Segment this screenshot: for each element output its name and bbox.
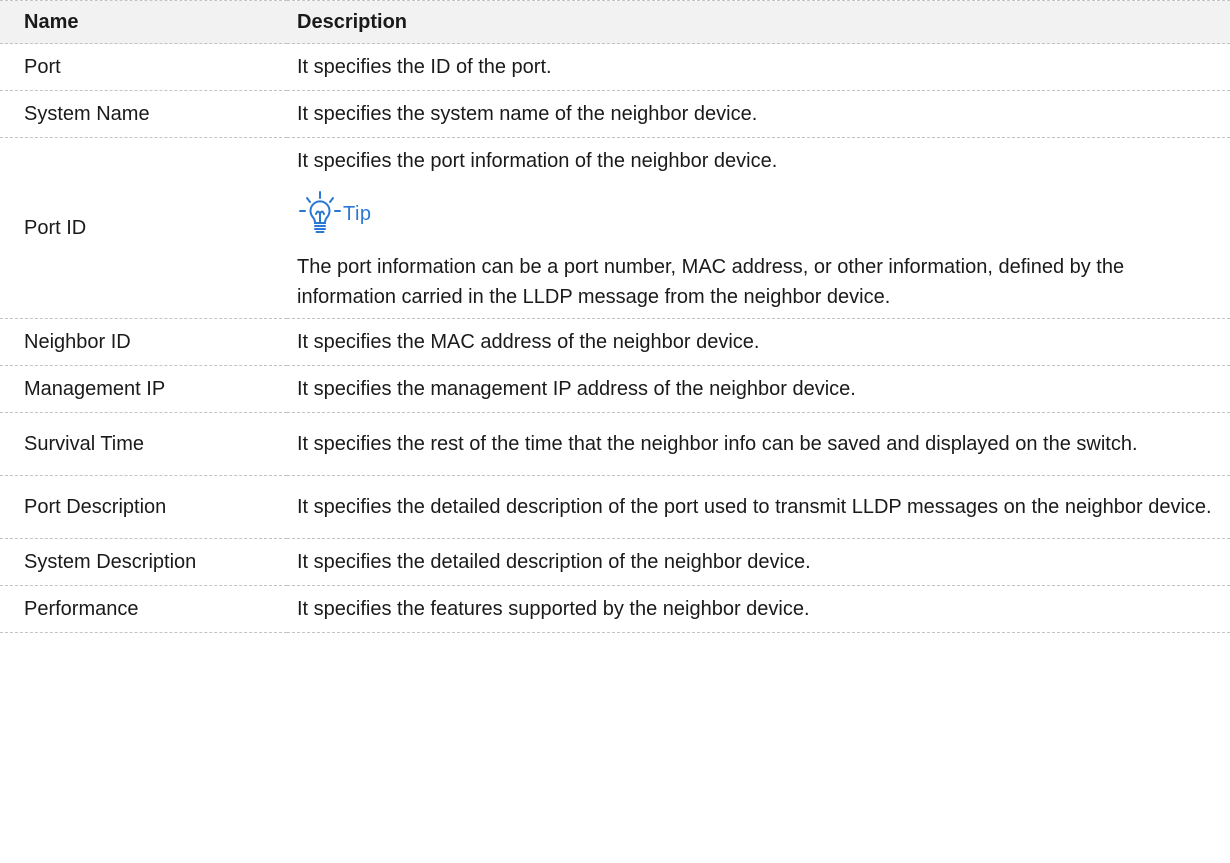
table-header-row: Name Description	[0, 0, 1230, 44]
row-description: It specifies the system name of the neig…	[287, 90, 1230, 138]
table-row-survival-time: Survival Time It specifies the rest of t…	[0, 412, 1230, 476]
row-name: Management IP	[0, 365, 287, 413]
tip-text: The port information can be a port numbe…	[297, 256, 1125, 308]
row-name: Port Description	[0, 475, 287, 539]
row-description: It specifies the detailed description of…	[287, 475, 1230, 539]
parameter-table: Name Description Port It specifies the I…	[0, 0, 1230, 633]
row-description: It specifies the MAC address of the neig…	[287, 318, 1230, 366]
row-description: It specifies the port information of the…	[297, 150, 778, 172]
row-description: It specifies the rest of the time that t…	[287, 412, 1230, 476]
row-name: Survival Time	[0, 412, 287, 476]
row-name: Port ID	[0, 137, 287, 319]
row-name: System Name	[0, 90, 287, 138]
table-row-system-description: System Description It specifies the deta…	[0, 538, 1230, 586]
table-row-performance: Performance It specifies the features su…	[0, 585, 1230, 633]
table-row-system-name: System Name It specifies the system name…	[0, 90, 1230, 138]
column-header-description: Description	[287, 0, 1230, 44]
row-description: It specifies the detailed description of…	[287, 538, 1230, 586]
row-name: Neighbor ID	[0, 318, 287, 366]
table-row-port: Port It specifies the ID of the port.	[0, 43, 1230, 91]
table-row-port-description: Port Description It specifies the detail…	[0, 475, 1230, 539]
row-name: Port	[0, 43, 287, 91]
row-name: Performance	[0, 585, 287, 633]
table-row-port-id: Port ID It specifies the port informatio…	[0, 137, 1230, 319]
table-row-neighbor-id: Neighbor ID It specifies the MAC address…	[0, 318, 1230, 366]
row-description: It specifies the management IP address o…	[287, 365, 1230, 413]
tip-label: Tip	[343, 203, 372, 225]
row-description-with-tip: It specifies the port information of the…	[287, 137, 1230, 319]
row-name: System Description	[0, 538, 287, 586]
lightbulb-icon	[297, 190, 343, 238]
column-header-name: Name	[0, 0, 287, 44]
tip-box: Tip The port information can be a port n…	[297, 190, 1216, 312]
row-description: It specifies the ID of the port.	[287, 43, 1230, 91]
tip-header: Tip	[297, 190, 1216, 238]
table-row-management-ip: Management IP It specifies the managemen…	[0, 365, 1230, 413]
row-description: It specifies the features supported by t…	[287, 585, 1230, 633]
